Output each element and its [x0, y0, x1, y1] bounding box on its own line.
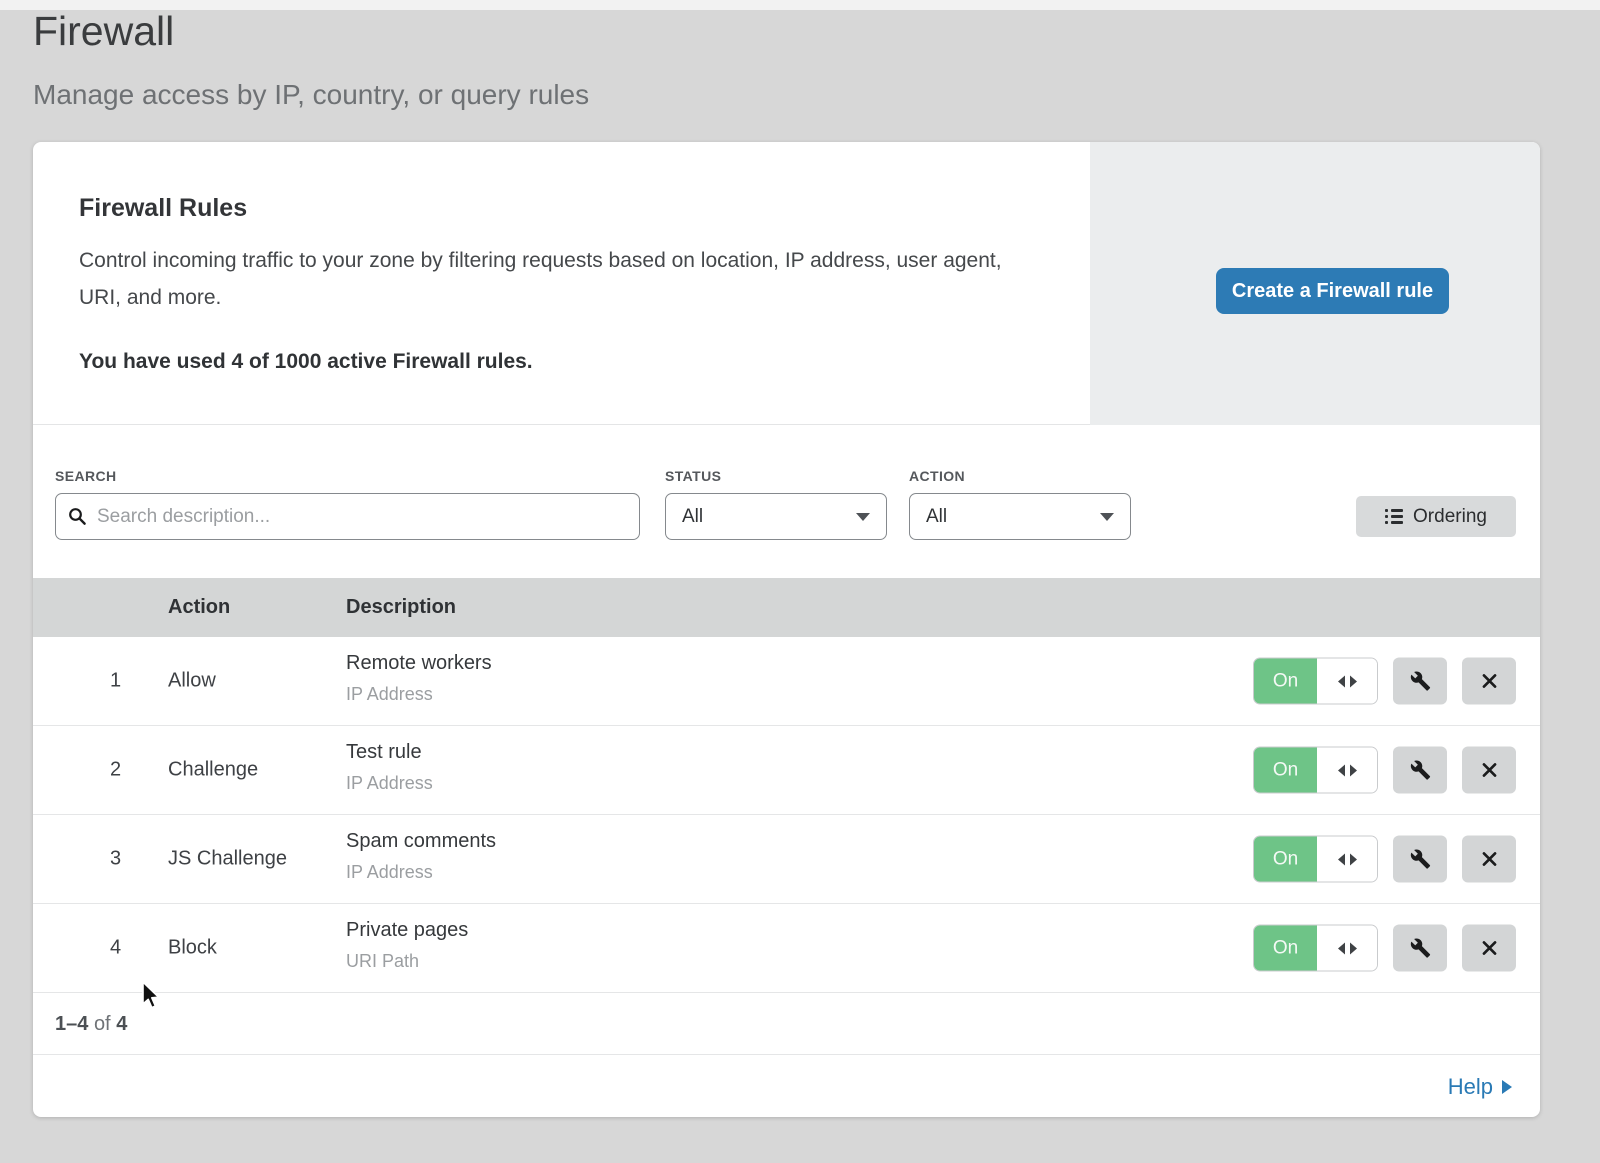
- section-description: Control incoming traffic to your zone by…: [79, 242, 1024, 316]
- toggle-drag-handle[interactable]: [1317, 748, 1377, 793]
- rule-description: Spam comments: [346, 830, 496, 853]
- rule-action: Allow: [168, 670, 216, 693]
- toggle-on-label[interactable]: On: [1254, 837, 1317, 882]
- toggle-drag-handle[interactable]: [1317, 837, 1377, 882]
- right-arrow-icon: [1350, 942, 1357, 954]
- wrench-icon: [1410, 671, 1431, 692]
- left-arrow-icon: [1338, 853, 1345, 865]
- edit-rule-button[interactable]: [1393, 836, 1447, 883]
- delete-rule-button[interactable]: [1462, 836, 1516, 883]
- table-row: 1 Allow Remote workers IP Address On: [33, 637, 1540, 726]
- search-box[interactable]: [55, 493, 640, 540]
- pagination-bar: 1–4 of 4: [33, 993, 1540, 1055]
- rule-priority: 4: [93, 937, 138, 960]
- chevron-down-icon: [856, 513, 870, 521]
- search-input[interactable]: [97, 506, 627, 528]
- left-arrow-icon: [1338, 942, 1345, 954]
- ordering-button-label: Ordering: [1413, 506, 1487, 528]
- status-select[interactable]: All: [665, 493, 887, 540]
- delete-rule-button[interactable]: [1462, 747, 1516, 794]
- arrow-right-icon: [1502, 1080, 1512, 1094]
- pagination-total: 4: [116, 1013, 127, 1035]
- close-icon: [1480, 761, 1499, 780]
- right-arrow-icon: [1350, 764, 1357, 776]
- rules-list: 1 Allow Remote workers IP Address On: [33, 637, 1540, 993]
- toggle-on-label[interactable]: On: [1254, 659, 1317, 704]
- table-row: 3 JS Challenge Spam comments IP Address …: [33, 815, 1540, 904]
- section-heading: Firewall Rules: [79, 194, 247, 223]
- table-row: 2 Challenge Test rule IP Address On: [33, 726, 1540, 815]
- card-footer: Help: [33, 1056, 1540, 1117]
- pagination-of: of: [94, 1013, 111, 1035]
- close-icon: [1480, 939, 1499, 958]
- top-edge-highlight: [0, 0, 1600, 10]
- row-controls: On: [1253, 925, 1516, 972]
- create-firewall-rule-button[interactable]: Create a Firewall rule: [1216, 268, 1449, 314]
- rule-enabled-toggle[interactable]: On: [1253, 836, 1378, 883]
- rule-action: Block: [168, 937, 217, 960]
- column-header-action: Action: [168, 578, 230, 637]
- right-arrow-icon: [1350, 675, 1357, 687]
- toggle-drag-handle[interactable]: [1317, 926, 1377, 971]
- edit-rule-button[interactable]: [1393, 658, 1447, 705]
- table-row: 4 Block Private pages URI Path On: [33, 904, 1540, 993]
- edit-rule-button[interactable]: [1393, 747, 1447, 794]
- wrench-icon: [1410, 760, 1431, 781]
- rule-priority: 2: [93, 759, 138, 782]
- usage-note: You have used 4 of 1000 active Firewall …: [79, 350, 533, 374]
- status-label: STATUS: [665, 468, 721, 484]
- table-header: Action Description: [33, 578, 1540, 637]
- rule-match-type: IP Address: [346, 862, 433, 883]
- edit-rule-button[interactable]: [1393, 925, 1447, 972]
- search-icon: [68, 507, 87, 526]
- pagination-range: 1–4: [55, 1013, 88, 1035]
- rule-enabled-toggle[interactable]: On: [1253, 925, 1378, 972]
- rule-action: Challenge: [168, 759, 258, 782]
- pagination-text: 1–4 of 4: [55, 993, 127, 1055]
- chevron-down-icon: [1100, 513, 1114, 521]
- rule-match-type: IP Address: [346, 684, 433, 705]
- help-link-label: Help: [1448, 1074, 1493, 1100]
- rule-match-type: IP Address: [346, 773, 433, 794]
- page-subtitle: Manage access by IP, country, or query r…: [33, 79, 589, 111]
- rule-description: Private pages: [346, 919, 468, 942]
- toggle-on-label[interactable]: On: [1254, 748, 1317, 793]
- row-controls: On: [1253, 658, 1516, 705]
- delete-rule-button[interactable]: [1462, 925, 1516, 972]
- create-rule-panel: Create a Firewall rule: [1090, 142, 1540, 425]
- rule-priority: 3: [93, 848, 138, 871]
- action-label: ACTION: [909, 468, 965, 484]
- wrench-icon: [1410, 849, 1431, 870]
- ordering-button[interactable]: Ordering: [1356, 496, 1516, 537]
- wrench-icon: [1410, 938, 1431, 959]
- rule-priority: 1: [93, 670, 138, 693]
- status-selected-value: All: [682, 506, 703, 528]
- rule-enabled-toggle[interactable]: On: [1253, 747, 1378, 794]
- delete-rule-button[interactable]: [1462, 658, 1516, 705]
- intro-section: Firewall Rules Control incoming traffic …: [33, 142, 1540, 425]
- close-icon: [1480, 672, 1499, 691]
- right-arrow-icon: [1350, 853, 1357, 865]
- rule-description: Remote workers: [346, 652, 492, 675]
- left-arrow-icon: [1338, 764, 1345, 776]
- row-controls: On: [1253, 747, 1516, 794]
- action-select[interactable]: All: [909, 493, 1131, 540]
- action-selected-value: All: [926, 506, 947, 528]
- rule-description: Test rule: [346, 741, 422, 764]
- page-title: Firewall: [33, 8, 174, 55]
- column-header-description: Description: [346, 578, 456, 637]
- rule-action: JS Challenge: [168, 848, 287, 871]
- search-label: SEARCH: [55, 468, 117, 484]
- rule-enabled-toggle[interactable]: On: [1253, 658, 1378, 705]
- close-icon: [1480, 850, 1499, 869]
- help-link[interactable]: Help: [1448, 1074, 1512, 1100]
- toggle-on-label[interactable]: On: [1254, 926, 1317, 971]
- toggle-drag-handle[interactable]: [1317, 659, 1377, 704]
- rule-match-type: URI Path: [346, 951, 419, 972]
- left-arrow-icon: [1338, 675, 1345, 687]
- row-controls: On: [1253, 836, 1516, 883]
- firewall-rules-card: Firewall Rules Control incoming traffic …: [33, 142, 1540, 1117]
- ordered-list-icon: [1385, 509, 1403, 524]
